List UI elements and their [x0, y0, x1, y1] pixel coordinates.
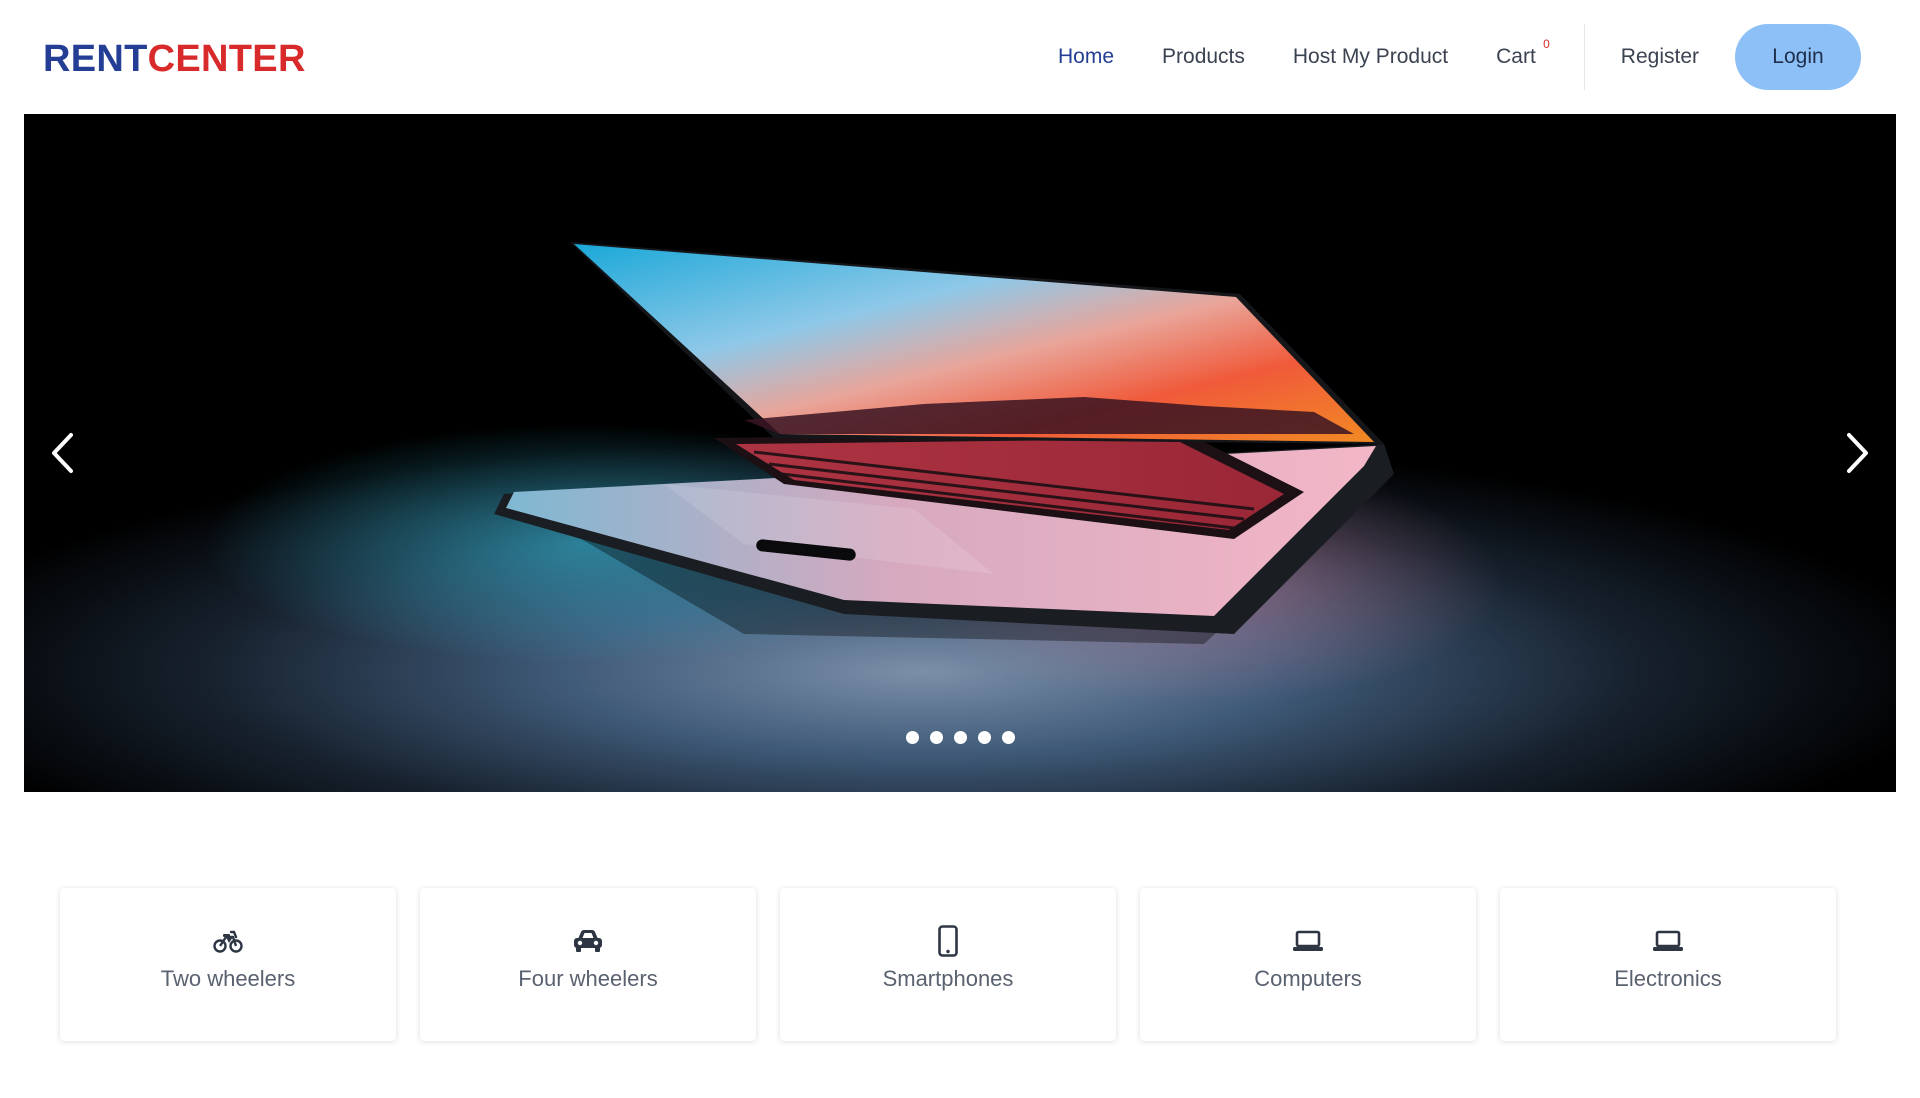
motorcycle-icon — [208, 926, 248, 956]
nav-divider — [1583, 24, 1585, 90]
laptop-icon — [1648, 926, 1688, 956]
carousel-prev-button[interactable] — [27, 418, 97, 488]
nav-host-product-link[interactable]: Host My Product — [1293, 45, 1448, 69]
brand-logo-part1: RENT — [43, 38, 148, 80]
hero-carousel — [24, 114, 1896, 792]
car-icon — [568, 926, 608, 956]
login-button[interactable]: Login — [1735, 24, 1861, 90]
category-card-four-wheelers[interactable]: Four wheelers — [420, 888, 756, 1041]
category-card-two-wheelers[interactable]: Two wheelers — [60, 888, 396, 1041]
category-label: Four wheelers — [518, 966, 658, 991]
nav-products-link[interactable]: Products — [1162, 45, 1245, 69]
category-card-smartphones[interactable]: Smartphones — [780, 888, 1116, 1041]
carousel-dot[interactable] — [905, 731, 919, 744]
category-card-computers[interactable]: Computers — [1140, 888, 1476, 1041]
carousel-dot[interactable] — [953, 731, 967, 744]
category-label: Smartphones — [882, 966, 1014, 991]
carousel-dot[interactable] — [1001, 731, 1015, 744]
chevron-right-icon — [1847, 433, 1868, 473]
cart-count-badge: 0 — [1543, 37, 1550, 51]
smartphone-icon — [928, 925, 968, 957]
category-label: Two wheelers — [160, 966, 296, 991]
hero-slide-image — [24, 114, 1896, 792]
main-nav: Home Products Host My Product Cart 0 Reg… — [1010, 0, 1920, 114]
chevron-left-icon — [52, 433, 73, 473]
nav-home-link[interactable]: Home — [1058, 45, 1114, 69]
site-header: RENTCENTER Home Products Host My Product… — [0, 0, 1920, 114]
nav-cart-link[interactable]: Cart 0 — [1496, 37, 1550, 69]
carousel-indicators — [24, 731, 1896, 744]
category-label: Electronics — [1614, 966, 1722, 991]
laptop-icon — [1288, 926, 1328, 956]
brand-logo-part2: CENTER — [147, 38, 306, 80]
carousel-dot[interactable] — [929, 731, 943, 744]
category-label: Computers — [1254, 966, 1362, 991]
register-link[interactable]: Register — [1621, 45, 1699, 69]
carousel-next-button[interactable] — [1823, 418, 1893, 488]
carousel-dot[interactable] — [977, 731, 991, 744]
category-list: Two wheelers Four wheelers Smartphones C… — [60, 888, 1836, 1041]
brand-logo[interactable]: RENTCENTER — [43, 34, 306, 84]
cart-label: Cart — [1496, 45, 1536, 68]
category-card-electronics[interactable]: Electronics — [1500, 888, 1836, 1041]
